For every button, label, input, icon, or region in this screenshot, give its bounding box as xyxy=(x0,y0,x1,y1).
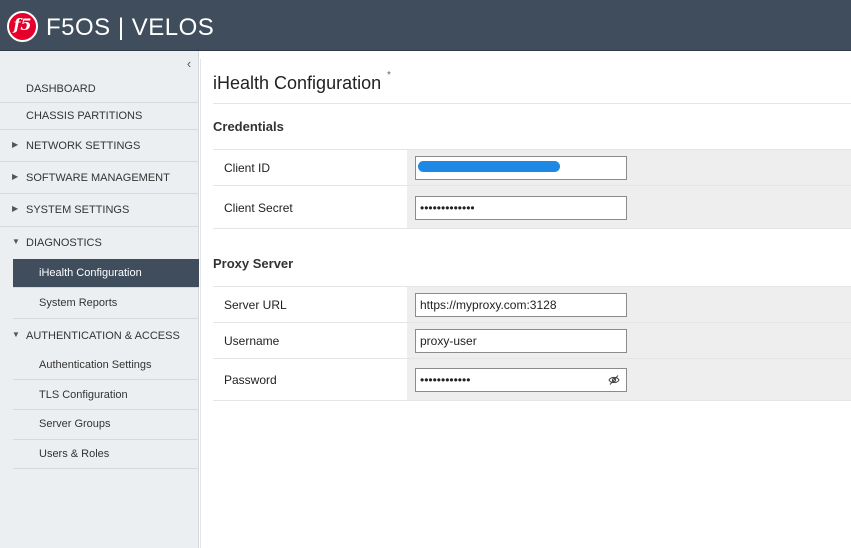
redaction-mark xyxy=(418,161,560,172)
f5-logo-text: f5 xyxy=(13,15,32,34)
main-content: iHealth Configuration * Credentials Clie… xyxy=(200,59,851,548)
sidebar-item-label: AUTHENTICATION & ACCESS xyxy=(26,330,180,342)
sidebar-item-chassis-partitions[interactable]: CHASSIS PARTITIONS xyxy=(0,103,199,130)
required-indicator: * xyxy=(387,70,391,81)
sidebar-item-label: TLS Configuration xyxy=(39,389,128,401)
caret-down-icon: ▼ xyxy=(12,237,20,246)
username-value: proxy-user xyxy=(420,334,477,348)
sidebar-item-label: iHealth Configuration xyxy=(39,267,142,279)
sidebar-item-server-groups[interactable]: Server Groups xyxy=(13,410,199,440)
sidebar-item-ihealth-configuration[interactable]: iHealth Configuration xyxy=(13,259,199,288)
sidebar-item-authentication-access[interactable]: ▼ AUTHENTICATION & ACCESS xyxy=(0,319,199,351)
sidebar-item-label: CHASSIS PARTITIONS xyxy=(26,110,143,122)
top-header: f5 F5OS | VELOS xyxy=(0,0,851,51)
product-name: F5OS | VELOS xyxy=(46,14,215,41)
password-label: Password xyxy=(224,373,277,387)
divider xyxy=(213,103,851,104)
eye-off-icon[interactable] xyxy=(608,374,620,386)
client-secret-row: Client Secret ••••••••••••• xyxy=(213,186,851,229)
caret-right-icon: ▶ xyxy=(12,172,19,181)
password-value: •••••••••••• xyxy=(420,373,471,387)
credentials-heading: Credentials xyxy=(213,119,284,134)
sidebar-item-label: DIAGNOSTICS xyxy=(26,237,102,249)
username-label: Username xyxy=(224,334,280,348)
sidebar-item-users-roles[interactable]: Users & Roles xyxy=(13,440,199,469)
sidebar-item-label: DASHBOARD xyxy=(26,83,96,95)
chevron-left-icon[interactable]: ‹ xyxy=(183,57,195,71)
username-row: Username proxy-user xyxy=(213,323,851,359)
sidebar-item-tls-configuration[interactable]: TLS Configuration xyxy=(13,380,199,410)
sidebar: ‹ DASHBOARD CHASSIS PARTITIONS ▶ NETWORK… xyxy=(0,51,199,548)
client-secret-input[interactable]: ••••••••••••• xyxy=(415,196,627,220)
client-secret-value: ••••••••••••• xyxy=(420,201,475,215)
sidebar-item-authentication-settings[interactable]: Authentication Settings xyxy=(13,351,199,380)
sidebar-item-label: NETWORK SETTINGS xyxy=(26,140,141,152)
page-title: iHealth Configuration xyxy=(213,73,382,93)
proxy-server-heading: Proxy Server xyxy=(213,256,294,271)
client-secret-cell: ••••••••••••• xyxy=(407,186,851,228)
server-url-input[interactable]: https://myproxy.com:3128 xyxy=(415,293,627,317)
client-id-input[interactable] xyxy=(415,156,627,180)
username-input[interactable]: proxy-user xyxy=(415,329,627,353)
f5-logo: f5 xyxy=(7,11,38,42)
sidebar-item-label: System Reports xyxy=(39,297,118,309)
sidebar-item-label: Users & Roles xyxy=(39,448,110,460)
sidebar-item-dashboard[interactable]: DASHBOARD xyxy=(0,76,199,103)
sidebar-item-software-management[interactable]: ▶ SOFTWARE MANAGEMENT xyxy=(0,162,199,194)
client-id-row: Client ID xyxy=(213,150,851,186)
server-url-label: Server URL xyxy=(224,298,287,312)
username-cell: proxy-user xyxy=(407,323,851,358)
sidebar-item-label: SYSTEM SETTINGS xyxy=(26,204,130,216)
caret-down-icon: ▼ xyxy=(12,330,20,339)
server-url-row: Server URL https://myproxy.com:3128 xyxy=(213,287,851,323)
caret-right-icon: ▶ xyxy=(12,204,19,213)
client-secret-label: Client Secret xyxy=(224,201,293,215)
server-url-cell: https://myproxy.com:3128 xyxy=(407,287,851,322)
sidebar-item-network-settings[interactable]: ▶ NETWORK SETTINGS xyxy=(0,130,199,162)
sidebar-item-label: Authentication Settings xyxy=(39,359,152,371)
sidebar-item-system-reports[interactable]: System Reports xyxy=(13,288,199,319)
sidebar-item-system-settings[interactable]: ▶ SYSTEM SETTINGS xyxy=(0,194,199,227)
password-input[interactable]: •••••••••••• xyxy=(415,368,627,392)
server-url-value: https://myproxy.com:3128 xyxy=(420,298,557,312)
sidebar-item-label: SOFTWARE MANAGEMENT xyxy=(26,172,170,184)
client-id-label: Client ID xyxy=(224,161,271,175)
password-cell: •••••••••••• xyxy=(407,359,851,400)
password-row: Password •••••••••••• xyxy=(213,359,851,401)
client-id-cell xyxy=(407,150,851,185)
caret-right-icon: ▶ xyxy=(12,140,19,149)
sidebar-item-label: Server Groups xyxy=(39,418,111,430)
sidebar-item-diagnostics[interactable]: ▼ DIAGNOSTICS xyxy=(0,227,199,259)
